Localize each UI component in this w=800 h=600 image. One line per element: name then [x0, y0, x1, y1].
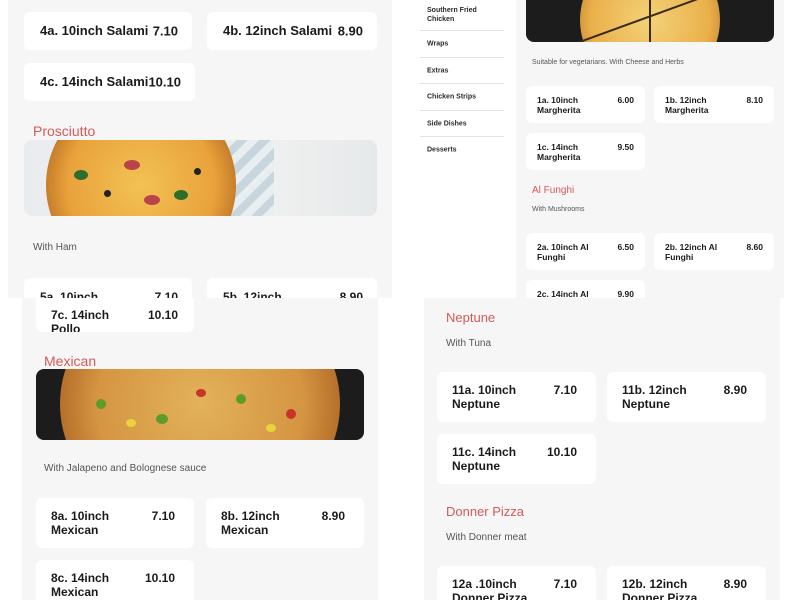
menu-item-name: 2b. 12inch Al Funghi [665, 242, 718, 263]
section-title-mexican: Mexican [44, 353, 97, 369]
menu-item-price: 10.10 [546, 445, 577, 459]
menu-item-price: 10.10 [147, 308, 178, 322]
menu-item-price: 7.10 [553, 577, 577, 591]
nav-item-chicken-strips[interactable]: Chicken Strips [420, 84, 504, 111]
menu-item-name: 1c. 14inch Margherita [537, 142, 581, 163]
menu-item-name: 5b. 12inch [223, 290, 282, 298]
menu-item-card[interactable]: 4a. 10inch Salami 7.10 [24, 12, 192, 50]
menu-item-card[interactable]: 4c. 14inch Salami 10.10 [24, 63, 195, 101]
menu-item-price: 8.90 [337, 23, 363, 39]
section-description: With Ham [33, 242, 77, 253]
menu-item-card[interactable]: 2a. 10inch Al Funghi 6.50 [526, 233, 645, 270]
menu-item-price: 10.10 [144, 571, 175, 585]
nav-item-label: Side Dishes [427, 119, 467, 127]
nav-item-label: Desserts [427, 146, 457, 154]
menu-item-price: 8.90 [723, 383, 747, 397]
nav-item-label: Chicken Strips [427, 93, 477, 101]
section-title-al-funghi: Al Funghi [532, 185, 575, 196]
menu-item-card[interactable]: 8c. 14inch Mexican 10.10 [36, 560, 194, 600]
menu-item-card[interactable]: 8a. 10inch Mexican 7.10 [36, 498, 194, 548]
menu-item-card[interactable]: 5b. 12inch 8.90 [207, 278, 377, 298]
menu-item-card[interactable]: 11b. 12inch Neptune 8.90 [607, 372, 766, 422]
menu-panel-top-left: 4a. 10inch Salami 7.10 4b. 12inch Salami… [8, 0, 392, 298]
menu-item-price: 6.00 [617, 95, 634, 105]
menu-item-card[interactable]: 2c. 14inch Al 9.90 [526, 280, 645, 298]
menu-item-card[interactable]: 2b. 12inch Al Funghi 8.60 [654, 233, 774, 270]
menu-item-name: 2a. 10inch Al Funghi [537, 242, 589, 263]
category-nav: Southern Fried Chicken Wraps Extras Chic… [420, 0, 504, 160]
menu-item-price: 6.50 [617, 242, 634, 252]
menu-panel-bottom-right: Neptune With Tuna 11a. 10inch Neptune 7.… [424, 298, 780, 600]
menu-item-card[interactable]: 12b. 12inch Donner Pizza 8.90 [607, 566, 766, 600]
section-title-prosciutto: Prosciutto [33, 123, 96, 139]
menu-item-price: 10.10 [148, 74, 181, 90]
menu-item-name: 1b. 12inch Margherita [665, 95, 709, 116]
nav-item-southern-fried-chicken[interactable]: Southern Fried Chicken [420, 0, 504, 31]
section-title-neptune: Neptune [446, 310, 496, 325]
menu-item-card[interactable]: 12a .10inch Donner Pizza 7.10 [437, 566, 596, 600]
menu-item-price: 7.10 [151, 509, 175, 523]
nav-item-label: Wraps [427, 40, 449, 48]
menu-panel-bottom-left: 7c. 14inch Pollo 10.10 Mexican With Jala… [22, 298, 378, 600]
menu-panel-top-right: Suitable for vegetarians. With Cheese an… [516, 0, 784, 298]
menu-item-price: 9.90 [617, 289, 634, 298]
nav-item-side-dishes[interactable]: Side Dishes [420, 111, 504, 137]
menu-item-card[interactable]: 4b. 12inch Salami 8.90 [207, 12, 377, 50]
nav-item-desserts[interactable]: Desserts [420, 137, 504, 160]
section-description: With Donner meat [446, 532, 527, 543]
section-description: With Tuna [446, 338, 492, 349]
section-description: With Jalapeno and Bolognese sauce [44, 463, 207, 474]
menu-item-price: 8.60 [746, 242, 763, 252]
menu-item-name: 1a. 10inch Margherita [537, 95, 581, 116]
menu-item-price: 7.10 [553, 383, 577, 397]
section-description: Suitable for vegetarians. With Cheese an… [532, 59, 684, 66]
margherita-pizza-image [526, 0, 774, 42]
menu-item-price: 7.10 [152, 23, 178, 39]
mexican-pizza-image [36, 369, 364, 440]
menu-item-name: 2c. 14inch Al [537, 289, 589, 298]
menu-item-price: 7.10 [154, 290, 178, 298]
menu-item-price: 8.90 [723, 577, 747, 591]
nav-item-label: Extras [427, 66, 449, 74]
section-description: With Mushrooms [532, 206, 585, 213]
menu-item-name: 5a. 10inch [40, 290, 99, 298]
menu-item-card[interactable]: 5a. 10inch 7.10 [24, 278, 192, 298]
menu-item-price: 8.90 [339, 290, 363, 298]
menu-item-price: 8.90 [321, 509, 345, 523]
prosciutto-pizza-image [24, 140, 377, 216]
nav-item-extras[interactable]: Extras [420, 58, 504, 84]
section-title-donner-pizza: Donner Pizza [446, 504, 525, 519]
nav-item-wraps[interactable]: Wraps [420, 31, 504, 58]
menu-item-card[interactable]: 1c. 14inch Margherita 9.50 [526, 133, 645, 170]
menu-item-card[interactable]: 8b. 12inch Mexican 8.90 [206, 498, 364, 548]
menu-item-card[interactable]: 11a. 10inch Neptune 7.10 [437, 372, 596, 422]
menu-item-price: 9.50 [617, 142, 634, 152]
menu-item-card[interactable]: 1a. 10inch Margherita 6.00 [526, 86, 645, 123]
menu-item-card[interactable]: 11c. 14inch Neptune 10.10 [437, 434, 596, 484]
menu-item-card[interactable]: 7c. 14inch Pollo 10.10 [36, 298, 194, 332]
menu-item-card[interactable]: 1b. 12inch Margherita 8.10 [654, 86, 774, 123]
menu-item-price: 8.10 [746, 95, 763, 105]
nav-item-label: Southern Fried Chicken [427, 6, 477, 23]
